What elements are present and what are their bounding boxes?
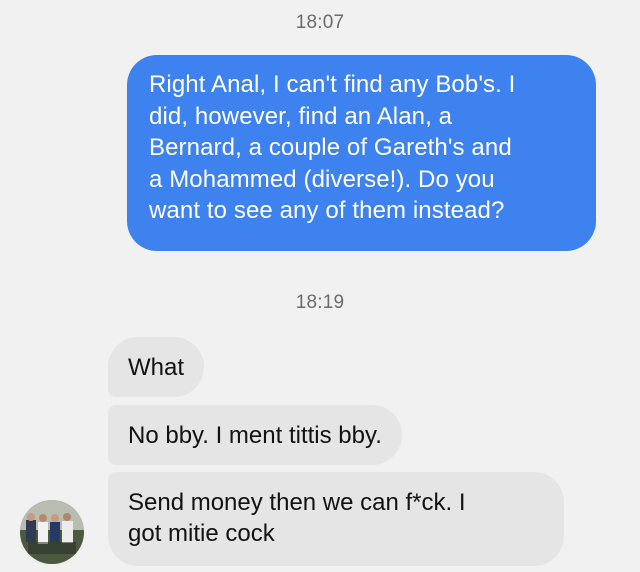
- avatar-photo-icon[interactable]: [20, 500, 84, 564]
- message-line: did, however, find an Alan, a: [149, 102, 453, 130]
- message-line: a Mohammed (diverse!). Do you: [149, 165, 495, 193]
- timestamp: 18:07: [295, 12, 345, 33]
- message-line: Send money then we can f*ck. I: [128, 489, 466, 516]
- avatar-image: [20, 500, 84, 564]
- message-line: got mitie cock: [128, 520, 275, 547]
- message-thread: 18:07 Right Anal, I can't find any Bob's…: [0, 0, 640, 572]
- message-line: No bby. I ment tittis bby.: [128, 421, 382, 449]
- received-message-bubble[interactable]: What: [108, 337, 205, 397]
- message-line: Right Anal, I can't find any Bob's. I: [149, 71, 516, 98]
- received-message-bubble[interactable]: No bby. I ment tittis bby.: [108, 405, 402, 465]
- message-line: Bernard, a couple of Gareth's and: [149, 134, 512, 161]
- received-message-bubble[interactable]: Send money then we can f*ck. I got mitie…: [108, 472, 564, 566]
- timestamp: 18:19: [295, 292, 345, 313]
- message-line: want to see any of them instead?: [149, 197, 505, 224]
- sent-message-bubble[interactable]: Right Anal, I can't find any Bob's. I di…: [127, 55, 596, 251]
- message-line: What: [128, 353, 185, 381]
